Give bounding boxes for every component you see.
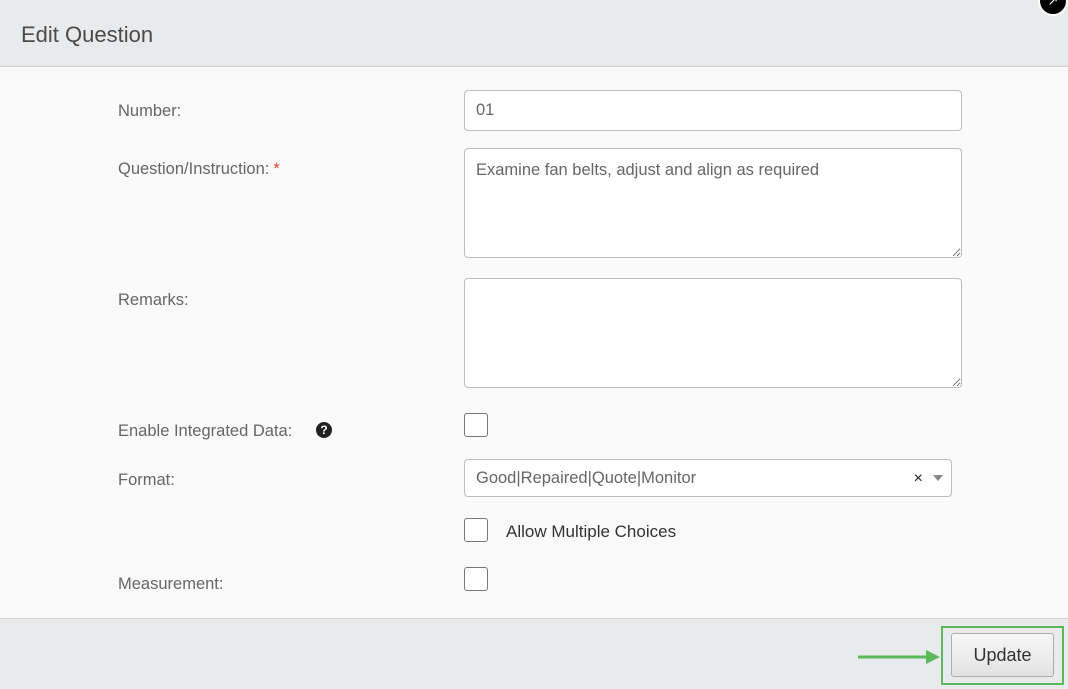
allow-multiple-checkbox[interactable] xyxy=(464,518,488,542)
question-textarea[interactable]: Examine fan belts, adjust and align as r… xyxy=(464,148,962,258)
integrated-data-label: Enable Integrated Data: xyxy=(118,422,293,440)
chevron-down-icon[interactable] xyxy=(933,475,943,481)
format-select[interactable]: Good|Repaired|Quote|Monitor × xyxy=(464,459,952,497)
annotation-arrow-icon xyxy=(858,650,940,664)
required-asterisk: * xyxy=(273,160,280,178)
dialog-header: Edit Question ↗ xyxy=(0,0,1068,67)
question-label-text: Question/Instruction: xyxy=(118,160,270,178)
close-icon[interactable]: ↗ xyxy=(1038,0,1068,16)
question-label: Question/Instruction: * xyxy=(118,159,280,179)
dialog-title: Edit Question xyxy=(21,22,154,47)
allow-multiple-label[interactable]: Allow Multiple Choices xyxy=(506,521,676,543)
integrated-data-checkbox[interactable] xyxy=(464,413,488,437)
format-selected-value: Good|Repaired|Quote|Monitor xyxy=(476,469,697,487)
remarks-label: Remarks: xyxy=(118,291,189,309)
edit-question-dialog: Edit Question ↗ Number: Question/Instruc… xyxy=(0,0,1068,689)
number-label: Number: xyxy=(118,102,182,120)
format-label: Format: xyxy=(118,471,175,489)
remarks-textarea[interactable] xyxy=(464,278,962,388)
update-button[interactable]: Update xyxy=(951,633,1054,677)
measurement-label: Measurement: xyxy=(118,575,224,593)
question-circle-icon[interactable]: ? xyxy=(316,422,332,438)
number-input[interactable] xyxy=(464,90,962,131)
clear-icon[interactable]: × xyxy=(914,469,923,489)
measurement-checkbox[interactable] xyxy=(464,567,488,591)
